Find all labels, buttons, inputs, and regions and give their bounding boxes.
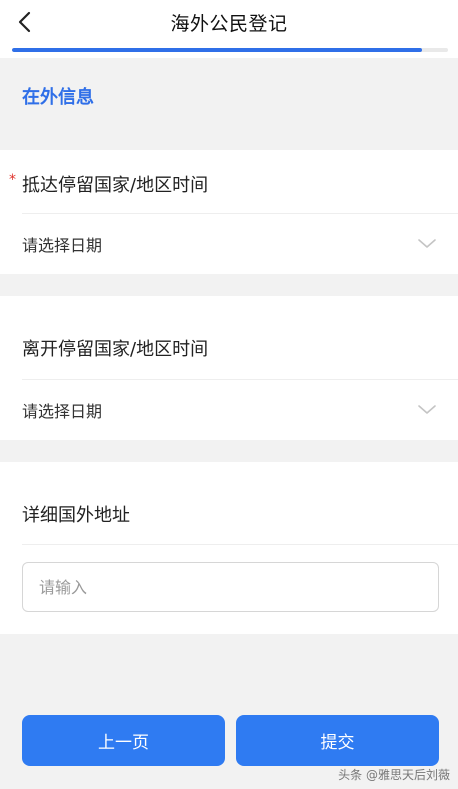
- departure-label: 离开停留国家/地区时间: [22, 339, 209, 360]
- top-bar: 海外公民登记: [0, 0, 458, 44]
- required-mark: *: [9, 172, 16, 188]
- progress-bar: [0, 44, 458, 58]
- address-input[interactable]: [22, 562, 439, 612]
- departure-card: 离开停留国家/地区时间 请选择日期: [0, 296, 458, 440]
- page-title: 海外公民登记: [170, 12, 288, 35]
- departure-date-select[interactable]: 请选择日期: [22, 380, 436, 440]
- chevron-down-icon: [418, 401, 436, 419]
- address-card: 详细国外地址: [0, 462, 458, 634]
- departure-label-row: 离开停留国家/地区时间: [22, 316, 436, 380]
- progress-fill: [12, 48, 422, 52]
- chevron-left-icon: [18, 11, 31, 33]
- address-label: 详细国外地址: [22, 505, 130, 526]
- arrival-label: 抵达停留国家/地区时间: [22, 175, 209, 196]
- departure-date-value: 请选择日期: [22, 402, 103, 421]
- address-label-row: 详细国外地址: [22, 482, 436, 546]
- arrival-label-row: * 抵达停留国家/地区时间: [9, 152, 436, 216]
- progress-track: [12, 48, 448, 52]
- submit-button[interactable]: 提交: [236, 715, 439, 766]
- arrival-card: * 抵达停留国家/地区时间 请选择日期: [0, 150, 458, 274]
- divider: [22, 544, 458, 545]
- watermark: 头条 @雅思天后刘薇: [338, 768, 450, 782]
- section-header: 在外信息: [0, 58, 458, 130]
- previous-page-button[interactable]: 上一页: [22, 715, 225, 766]
- chevron-down-icon: [418, 235, 436, 253]
- arrival-date-value: 请选择日期: [22, 236, 103, 255]
- section-title: 在外信息: [22, 87, 94, 108]
- arrival-date-select[interactable]: 请选择日期: [22, 214, 436, 274]
- back-button[interactable]: [10, 8, 38, 36]
